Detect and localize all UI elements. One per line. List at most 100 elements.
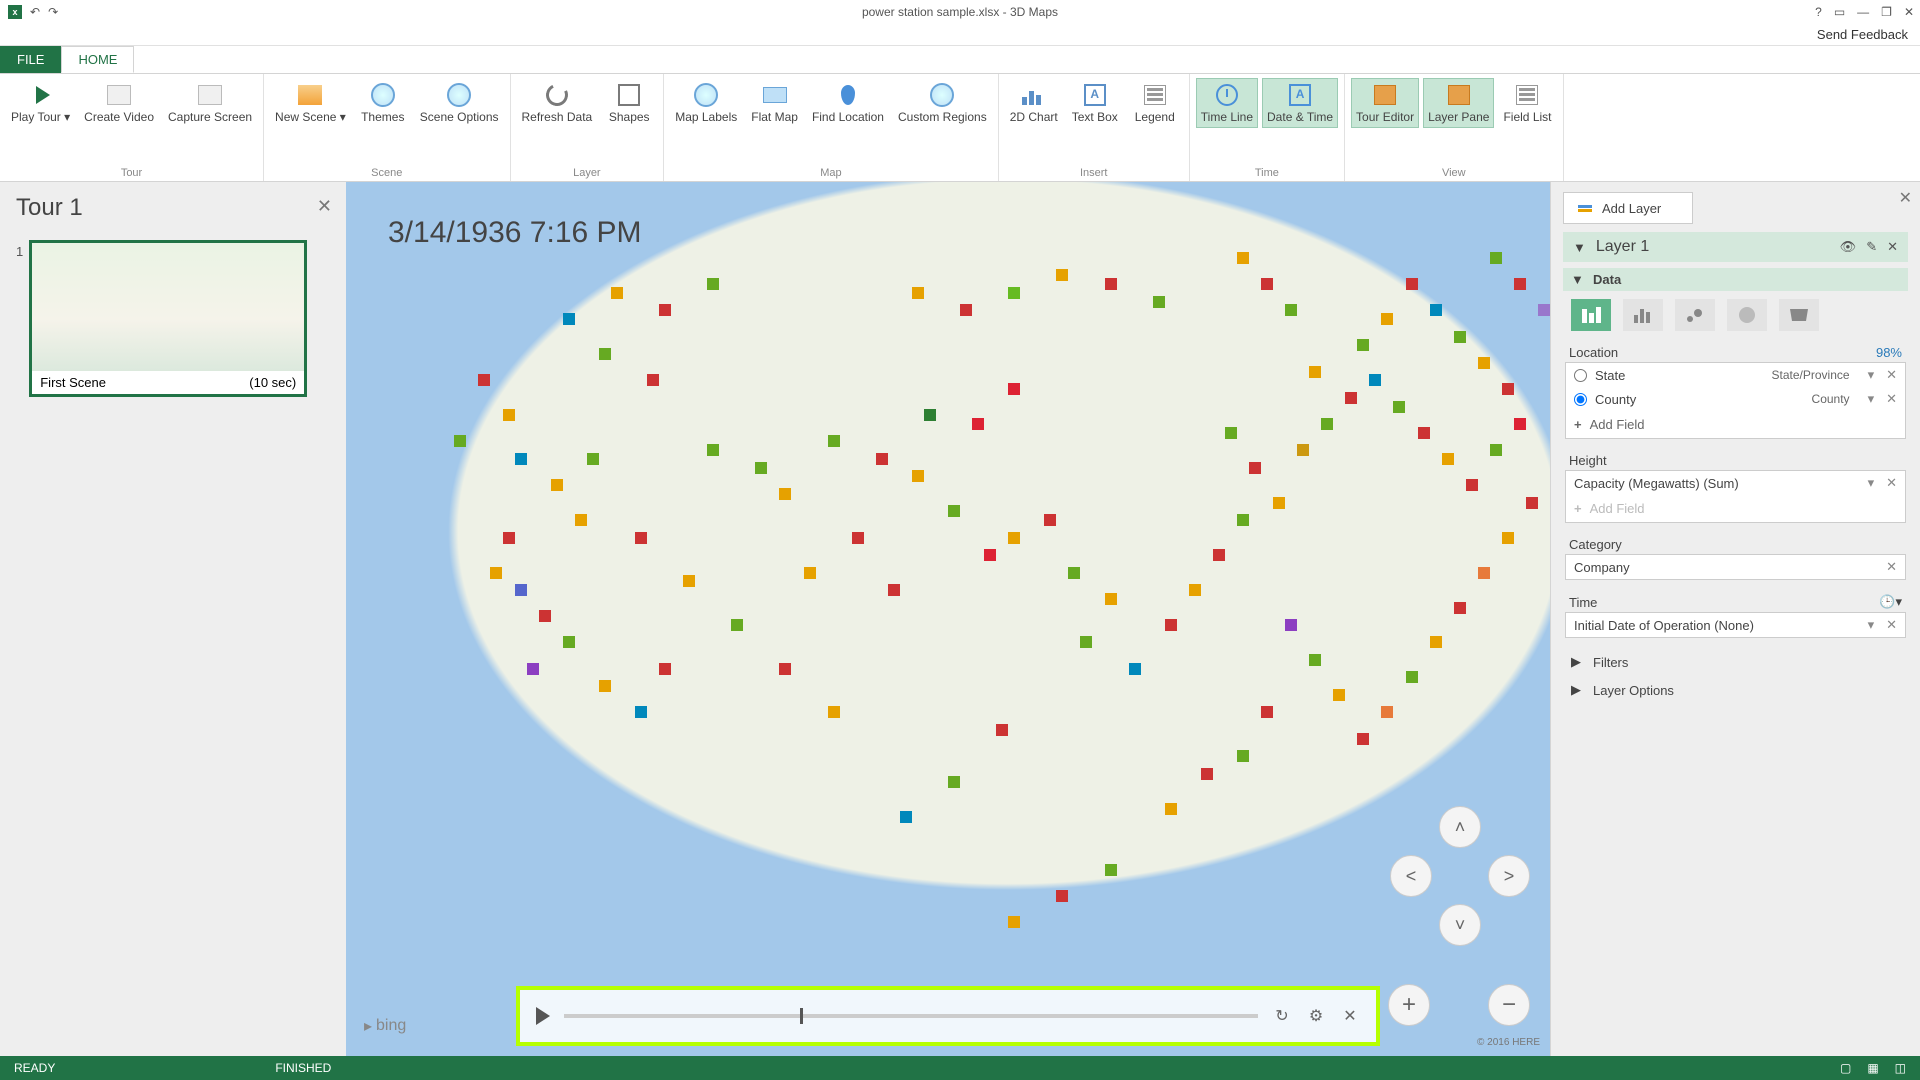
ribbon-options-icon[interactable]: ▭ <box>1834 5 1845 19</box>
find-location-button[interactable]: Find Location <box>807 78 889 128</box>
viz-clustered-column[interactable] <box>1623 299 1663 331</box>
data-point[interactable] <box>1490 444 1502 456</box>
data-point[interactable] <box>563 313 575 325</box>
data-point[interactable] <box>779 663 791 675</box>
data-point[interactable] <box>888 584 900 596</box>
data-point[interactable] <box>1008 383 1020 395</box>
data-point[interactable] <box>1201 768 1213 780</box>
tilt-down-button[interactable]: ˅ <box>1439 904 1481 946</box>
dropdown-icon[interactable]: ▾ <box>1864 475 1879 491</box>
data-point[interactable] <box>1165 803 1177 815</box>
data-point[interactable] <box>1430 636 1442 648</box>
data-point[interactable] <box>1237 750 1249 762</box>
data-point[interactable] <box>1105 278 1117 290</box>
location-radio-county[interactable] <box>1574 393 1587 406</box>
timeline-play-button[interactable] <box>536 1007 550 1025</box>
viz-region[interactable] <box>1779 299 1819 331</box>
tab-file[interactable]: FILE <box>0 46 61 73</box>
data-point[interactable] <box>1538 304 1550 316</box>
delete-layer-icon[interactable]: ✕ <box>1887 239 1898 255</box>
filters-section[interactable]: ▶Filters <box>1563 650 1908 674</box>
visibility-icon[interactable]: 👁 <box>1840 239 1857 255</box>
remove-field-icon[interactable]: ✕ <box>1886 367 1897 383</box>
themes-button[interactable]: Themes <box>355 78 411 128</box>
data-point[interactable] <box>912 287 924 299</box>
rotate-left-button[interactable]: ˂ <box>1390 855 1432 897</box>
data-point[interactable] <box>1056 269 1068 281</box>
statusbar-icon[interactable]: ◫ <box>1895 1061 1906 1075</box>
data-point[interactable] <box>1381 313 1393 325</box>
minimize-icon[interactable]: — <box>1857 5 1869 19</box>
zoom-in-button[interactable]: + <box>1388 984 1430 1026</box>
data-point[interactable] <box>1297 444 1309 456</box>
dropdown-icon[interactable]: ▾ <box>1864 391 1879 407</box>
dropdown-icon[interactable]: ▾ <box>1864 367 1879 383</box>
close-tour-panel-icon[interactable]: ✕ <box>317 196 332 217</box>
data-point[interactable] <box>503 409 515 421</box>
data-point[interactable] <box>1381 706 1393 718</box>
play-tour-button[interactable]: Play Tour ▾ <box>6 78 75 128</box>
data-point[interactable] <box>490 567 502 579</box>
rotate-right-button[interactable]: ˃ <box>1488 855 1530 897</box>
data-point[interactable] <box>539 610 551 622</box>
viz-heatmap[interactable] <box>1727 299 1767 331</box>
data-point[interactable] <box>1406 671 1418 683</box>
geocode-pct[interactable]: 98% <box>1876 345 1902 360</box>
create-video-button[interactable]: Create Video <box>79 78 159 128</box>
data-point[interactable] <box>1225 427 1237 439</box>
data-point[interactable] <box>1454 331 1466 343</box>
data-point[interactable] <box>1490 252 1502 264</box>
data-point[interactable] <box>1056 890 1068 902</box>
data-point[interactable] <box>1153 296 1165 308</box>
data-point[interactable] <box>1514 278 1526 290</box>
data-point[interactable] <box>1213 549 1225 561</box>
data-point[interactable] <box>1478 567 1490 579</box>
data-point[interactable] <box>1261 706 1273 718</box>
timeline-thumb[interactable] <box>800 1008 803 1024</box>
field-row-state[interactable]: State State/Province ▾ ✕ <box>1566 363 1905 387</box>
data-point[interactable] <box>635 706 647 718</box>
collapse-icon[interactable]: ▼ <box>1573 240 1586 255</box>
data-point[interactable] <box>1442 453 1454 465</box>
shapes-button[interactable]: Shapes <box>601 78 657 128</box>
data-point[interactable] <box>1406 278 1418 290</box>
data-point[interactable] <box>1514 418 1526 430</box>
flat-map-button[interactable]: Flat Map <box>746 78 803 128</box>
data-point[interactable] <box>1165 619 1177 631</box>
scene-options-button[interactable]: Scene Options <box>415 78 504 128</box>
data-point[interactable] <box>1261 278 1273 290</box>
rename-icon[interactable]: ✎ <box>1866 239 1877 255</box>
data-point[interactable] <box>912 470 924 482</box>
add-layer-button[interactable]: Add Layer <box>1563 192 1693 224</box>
data-point[interactable] <box>599 680 611 692</box>
data-point[interactable] <box>515 453 527 465</box>
remove-field-icon[interactable]: ✕ <box>1886 475 1897 491</box>
tilt-up-button[interactable]: ˄ <box>1439 806 1481 848</box>
viz-bubble[interactable] <box>1675 299 1715 331</box>
timeline-track[interactable] <box>564 1014 1258 1018</box>
data-point[interactable] <box>948 505 960 517</box>
data-point[interactable] <box>1418 427 1430 439</box>
statusbar-icon[interactable]: ▢ <box>1840 1061 1851 1075</box>
text-box-button[interactable]: AText Box <box>1067 78 1123 128</box>
location-radio-state[interactable] <box>1574 369 1587 382</box>
layer-header[interactable]: ▼ Layer 1 👁 ✎ ✕ <box>1563 232 1908 262</box>
data-point[interactable] <box>779 488 791 500</box>
tab-home[interactable]: HOME <box>61 46 134 73</box>
data-point[interactable] <box>707 278 719 290</box>
timeline-loop-button[interactable]: ↻ <box>1272 1006 1292 1026</box>
add-location-field[interactable]: +Add Field <box>1566 411 1905 438</box>
data-point[interactable] <box>1249 462 1261 474</box>
map-labels-button[interactable]: Map Labels <box>670 78 742 128</box>
data-point[interactable] <box>1502 383 1514 395</box>
data-point[interactable] <box>1237 252 1249 264</box>
tour-editor-button[interactable]: Tour Editor <box>1351 78 1419 128</box>
redo-icon[interactable]: ↷ <box>48 5 58 19</box>
data-point[interactable] <box>1129 663 1141 675</box>
data-point[interactable] <box>1345 392 1357 404</box>
data-point[interactable] <box>1309 654 1321 666</box>
data-point[interactable] <box>984 549 996 561</box>
data-point[interactable] <box>1105 593 1117 605</box>
data-point[interactable] <box>828 435 840 447</box>
data-point[interactable] <box>1454 602 1466 614</box>
